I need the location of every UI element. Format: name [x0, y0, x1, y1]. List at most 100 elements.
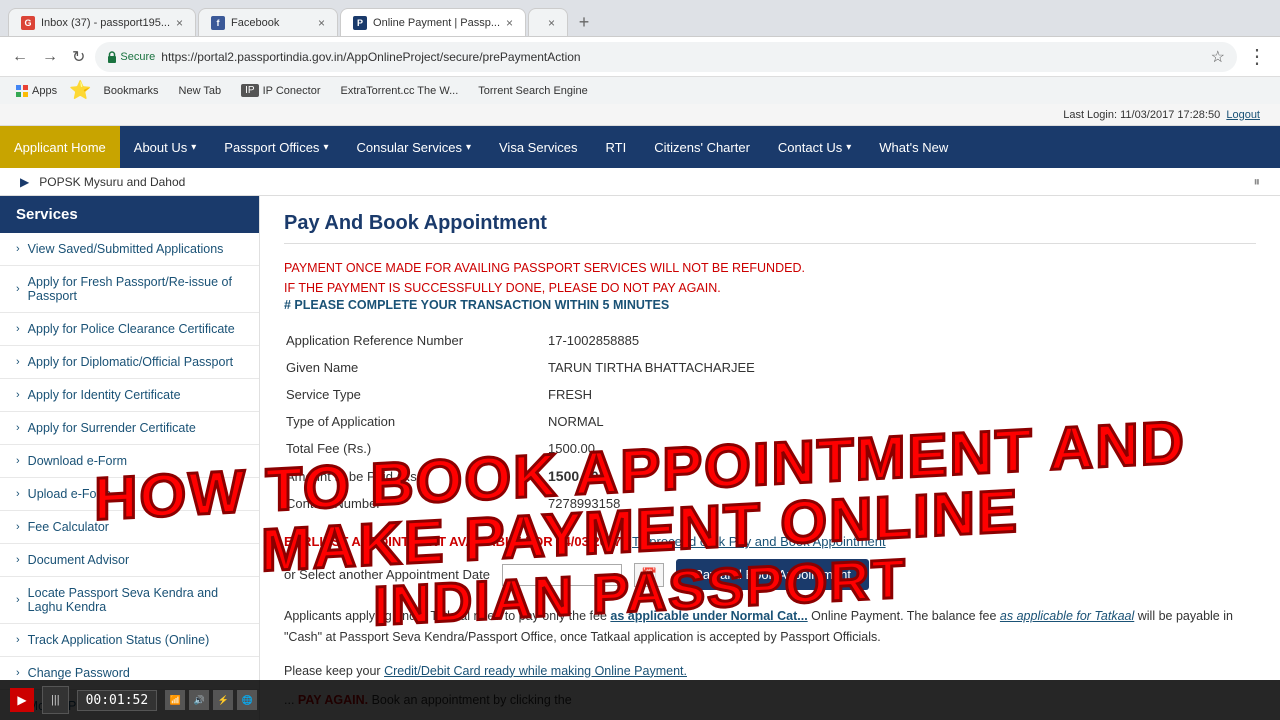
- bottom-icon-2: 🔊: [189, 690, 209, 710]
- credit-debit-link[interactable]: Credit/Debit Card ready while making Onl…: [384, 664, 687, 678]
- tab-passport-close[interactable]: ×: [506, 16, 513, 30]
- sidebar-label-fee-calc: Fee Calculator: [28, 520, 109, 534]
- browser-menu-button[interactable]: ⋮: [1243, 40, 1272, 73]
- bookmark-star[interactable]: ☆: [1211, 47, 1225, 67]
- bookmark-apps-label: Apps: [32, 85, 57, 97]
- bookmark-ip-connector[interactable]: IP IP Conector: [233, 82, 328, 99]
- marquee-play-icon[interactable]: ▶: [20, 175, 29, 189]
- marquee-controls[interactable]: ⏸: [1254, 174, 1261, 190]
- last-login-label: Last Login:: [1063, 109, 1117, 121]
- label-contact: Contact Number: [286, 491, 546, 516]
- tab-empty-close[interactable]: ×: [548, 16, 555, 30]
- sidebar-arrow-identity: ›: [16, 389, 20, 401]
- sidebar-item-track-status[interactable]: › Track Application Status (Online): [0, 624, 259, 657]
- normal-cat-link[interactable]: as applicable under Normal Cat...: [610, 609, 807, 623]
- last-login-value: 11/03/2017 17:28:50: [1120, 109, 1220, 121]
- sidebar-item-police-clearance[interactable]: › Apply for Police Clearance Certificate: [0, 313, 259, 346]
- payment-note-label: Please keep your: [284, 664, 384, 678]
- bookmark-new-tab[interactable]: New Tab: [171, 83, 230, 99]
- main-nav: Applicant Home About Us ▾ Passport Offic…: [0, 126, 1280, 168]
- address-bar-text[interactable]: https://portal2.passportindia.gov.in/App…: [161, 50, 1204, 64]
- bottom-widget-text: |||: [51, 694, 60, 706]
- sidebar-arrow-upload: ›: [16, 488, 20, 500]
- bookmark-apps[interactable]: Apps: [8, 83, 65, 99]
- notice-box: PAYMENT ONCE MADE FOR AVAILING PASSPORT …: [284, 258, 1256, 312]
- secure-label: Secure: [120, 51, 155, 63]
- back-button[interactable]: ←: [8, 44, 32, 70]
- tab-gmail-title: Inbox (37) - passport195...: [41, 17, 170, 29]
- value-type-application: NORMAL: [548, 409, 1254, 434]
- sidebar-item-fresh-passport[interactable]: › Apply for Fresh Passport/Re-issue of P…: [0, 266, 259, 313]
- table-row-total-fee: Total Fee (Rs.) 1500.00: [286, 436, 1254, 461]
- sidebar-label-locate-psk: Locate Passport Seva Kendra and Laghu Ke…: [28, 586, 243, 614]
- appt-separator: .: [625, 534, 632, 549]
- tab-passport[interactable]: P Online Payment | Passp... ×: [340, 8, 526, 36]
- table-row-service-type: Service Type FRESH: [286, 382, 1254, 407]
- calendar-button[interactable]: 📅: [634, 563, 664, 587]
- appointment-date-input[interactable]: [502, 564, 622, 586]
- sidebar-arrow-fresh: ›: [16, 283, 20, 295]
- page-title: Pay And Book Appointment: [284, 212, 1256, 244]
- sidebar-item-locate-psk[interactable]: › Locate Passport Seva Kendra and Laghu …: [0, 577, 259, 624]
- nav-about-us[interactable]: About Us ▾: [120, 126, 211, 168]
- sidebar-label-saved-apps: View Saved/Submitted Applications: [28, 242, 224, 256]
- sidebar-item-doc-advisor[interactable]: › Document Advisor: [0, 544, 259, 577]
- bookmark-extratorrents[interactable]: ExtraTorrent.cc The W...: [332, 83, 466, 99]
- value-service-type: FRESH: [548, 382, 1254, 407]
- notice-line3: # PLEASE COMPLETE YOUR TRANSACTION WITHI…: [284, 298, 1256, 312]
- sidebar-item-download-form[interactable]: › Download e-Form: [0, 445, 259, 478]
- tab-facebook[interactable]: f Facebook ×: [198, 8, 338, 36]
- tatkaal-fee-link[interactable]: as applicable for Tatkaal: [1000, 609, 1134, 623]
- red-widget-icon: ▶: [10, 688, 34, 712]
- tab-gmail[interactable]: G Inbox (37) - passport195... ×: [8, 8, 196, 36]
- label-app-ref: Application Reference Number: [286, 328, 546, 353]
- nav-consular-services[interactable]: Consular Services ▾: [342, 126, 485, 168]
- sidebar-arrow-police: ›: [16, 323, 20, 335]
- sidebar-item-identity-cert[interactable]: › Apply for Identity Certificate: [0, 379, 259, 412]
- sidebar-item-saved-apps[interactable]: › View Saved/Submitted Applications: [0, 233, 259, 266]
- sidebar-arrow-download: ›: [16, 455, 20, 467]
- new-tab-button[interactable]: +: [570, 8, 598, 36]
- marquee-text: POPSK Mysuru and Dahod: [39, 175, 185, 189]
- tab-empty[interactable]: ×: [528, 8, 568, 36]
- tab-gmail-close[interactable]: ×: [176, 16, 183, 30]
- sidebar-item-diplomatic-passport[interactable]: › Apply for Diplomatic/Official Passport: [0, 346, 259, 379]
- nav-citizens-charter[interactable]: Citizens' Charter: [640, 126, 764, 168]
- proceed-link[interactable]: To proceed click Pay and Book Appointmen…: [632, 534, 886, 549]
- nav-contact-us[interactable]: Contact Us ▾: [764, 126, 865, 168]
- secure-badge: Secure: [107, 51, 155, 63]
- notice-line2: IF THE PAYMENT IS SUCCESSFULLY DONE, PLE…: [284, 278, 1256, 298]
- select-date-label: or Select another Appointment Date: [284, 567, 490, 582]
- nav-whats-new[interactable]: What's New: [865, 126, 962, 168]
- logout-link[interactable]: Logout: [1226, 109, 1260, 121]
- content-area: Pay And Book Appointment PAYMENT ONCE MA…: [260, 196, 1280, 720]
- table-row-contact: Contact Number 7278993158: [286, 491, 1254, 516]
- nav-applicant-home[interactable]: Applicant Home: [0, 126, 120, 168]
- sidebar-item-fee-calc[interactable]: › Fee Calculator: [0, 511, 259, 544]
- sidebar-title: Services: [0, 196, 259, 233]
- bookmark-torrent[interactable]: Torrent Search Engine: [470, 83, 595, 99]
- value-contact: 7278993158: [548, 491, 1254, 516]
- sidebar-arrow-track: ›: [16, 634, 20, 646]
- sidebar-label-fresh-passport: Apply for Fresh Passport/Re-issue of Pas…: [28, 275, 243, 303]
- bottom-icon-1: 📶: [165, 690, 185, 710]
- nav-visa-services[interactable]: Visa Services: [485, 126, 592, 168]
- nav-rti[interactable]: RTI: [592, 126, 641, 168]
- sidebar-item-upload-form[interactable]: › Upload e-Form: [0, 478, 259, 511]
- pay-book-button[interactable]: Pay and Book Appointment: [676, 559, 869, 590]
- tatkaal-notice: Applicants applying under Tatkaal need t…: [284, 606, 1256, 649]
- tab-facebook-close[interactable]: ×: [318, 16, 325, 30]
- nav-passport-offices[interactable]: Passport Offices ▾: [210, 126, 342, 168]
- label-total-fee: Total Fee (Rs.): [286, 436, 546, 461]
- bottom-widget-1: |||: [42, 686, 69, 714]
- value-total-fee: 1500.00: [548, 436, 1254, 461]
- sidebar-arrow-diplomatic: ›: [16, 356, 20, 368]
- sidebar-label-doc-advisor: Document Advisor: [28, 553, 129, 567]
- bookmark-ip-label: IP Conector: [263, 85, 321, 97]
- sidebar-arrow-doc: ›: [16, 554, 20, 566]
- bookmark-bookmarks[interactable]: Bookmarks: [96, 83, 167, 99]
- reload-button[interactable]: ↻: [68, 43, 89, 71]
- forward-button[interactable]: →: [38, 44, 62, 70]
- sidebar-item-surrender-cert[interactable]: › Apply for Surrender Certificate: [0, 412, 259, 445]
- earliest-appt-text: EARLIEST APPOINTMENT AVAILABLE FOR 24/03…: [284, 534, 621, 549]
